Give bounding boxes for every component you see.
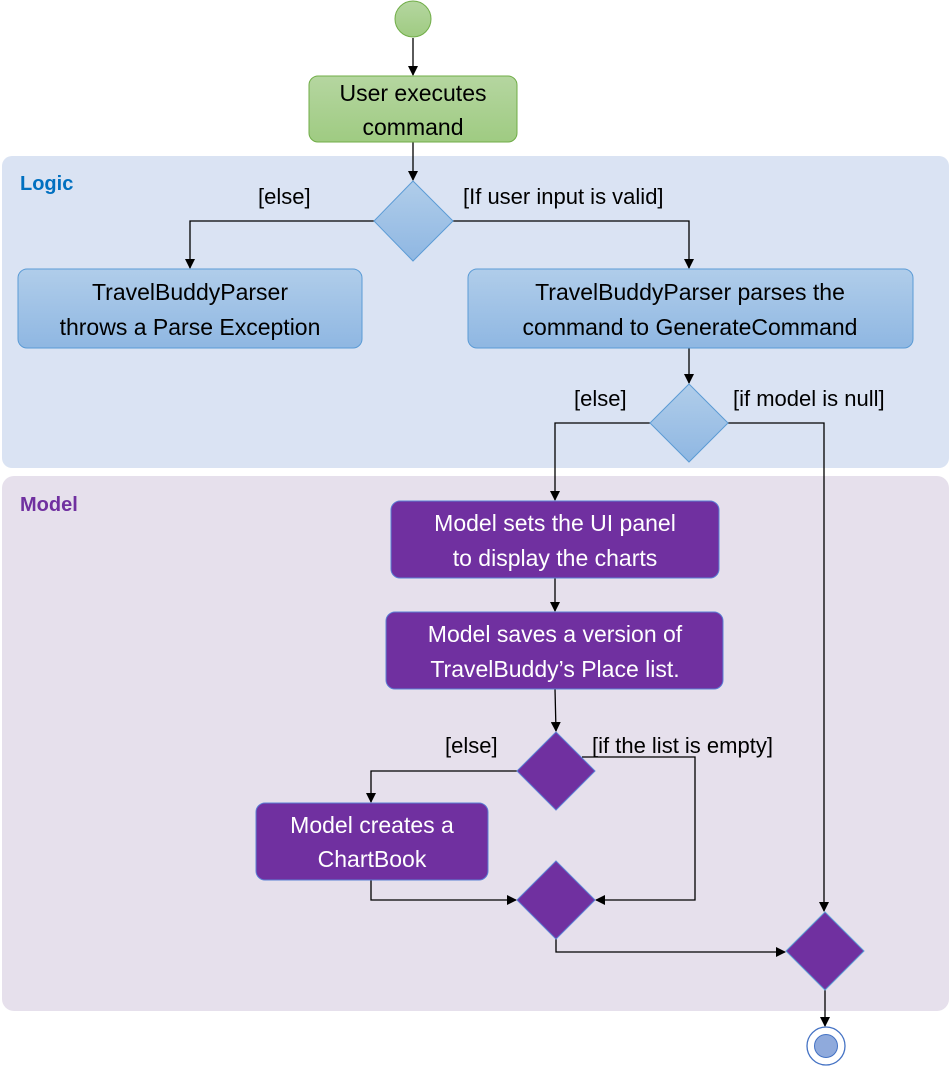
model-label: Model — [20, 494, 78, 516]
svg-text:User executes: User executes — [339, 80, 486, 106]
svg-text:Model sets the UI panel: Model sets the UI panel — [434, 510, 676, 536]
svg-text:to display the charts: to display the charts — [453, 545, 658, 571]
svg-text:throws a Parse Exception: throws a Parse Exception — [60, 314, 321, 340]
svg-text:TravelBuddyParser parses the: TravelBuddyParser parses the — [535, 279, 845, 305]
guard-input-valid: [If user input is valid] — [463, 184, 664, 209]
action-set-ui-panel: Model sets the UI panel to display the c… — [390, 500, 720, 579]
svg-text:TravelBuddyParser: TravelBuddyParser — [92, 279, 288, 305]
svg-text:command to GenerateCommand: command to GenerateCommand — [523, 314, 858, 340]
final-node — [806, 1026, 846, 1066]
svg-text:Model saves a version of: Model saves a version of — [428, 621, 683, 647]
svg-text:ChartBook: ChartBook — [318, 846, 427, 872]
svg-text:Model creates a: Model creates a — [290, 812, 454, 838]
guard-list-empty: [if the list is empty] — [592, 733, 773, 758]
activity-diagram: Logic Model User executes command [else]… — [2, 0, 949, 1066]
initial-node — [394, 0, 432, 38]
action-create-chartbook: Model creates a ChartBook — [255, 802, 489, 881]
guard-else: [else] — [445, 733, 498, 758]
svg-text:TravelBuddy’s Place list.: TravelBuddy’s Place list. — [430, 656, 679, 682]
guard-model-null: [if model is null] — [733, 386, 885, 411]
guard-else: [else] — [258, 184, 311, 209]
action-parse-command: TravelBuddyParser parses the command to … — [467, 268, 914, 349]
action-save-version: Model saves a version of TravelBuddy’s P… — [385, 611, 724, 690]
svg-text:command: command — [363, 114, 464, 140]
action-parse-exception: TravelBuddyParser throws a Parse Excepti… — [17, 268, 363, 349]
guard-else: [else] — [574, 386, 627, 411]
logic-label: Logic — [20, 173, 73, 195]
action-user-executes-command: User executes command — [308, 75, 518, 143]
